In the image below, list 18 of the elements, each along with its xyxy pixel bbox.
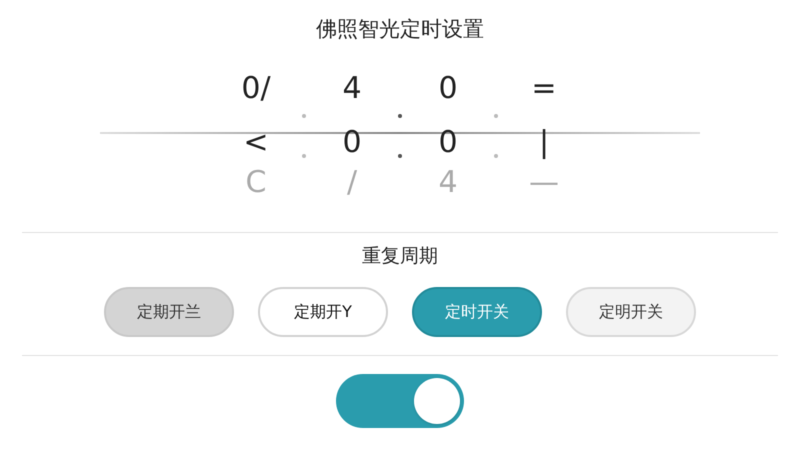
repeat-option-button[interactable]: 定期开兰 [104, 287, 234, 337]
picker-value: < [243, 124, 269, 162]
picker-value: 4 [342, 70, 362, 108]
dialog-title: 佛照智光定时设置 [316, 16, 484, 43]
picker-value: 0 [342, 124, 362, 162]
repeat-option-button[interactable]: 定明开关 [566, 287, 696, 337]
picker-value: / [346, 164, 358, 202]
section-title: 重复周期 [362, 244, 438, 269]
picker-value: 0/ [241, 70, 271, 108]
repeat-option-button[interactable]: 定期开Y [258, 287, 388, 337]
picker-value: — [529, 164, 559, 202]
picker-value: 0 [438, 70, 458, 108]
picker-value: = [531, 70, 557, 108]
toggle-switch[interactable] [336, 374, 464, 428]
picker-value: 4 [438, 164, 458, 202]
picker-value: 0 [438, 124, 458, 162]
picker-value: | [538, 124, 550, 162]
picker-value: C [246, 164, 266, 202]
